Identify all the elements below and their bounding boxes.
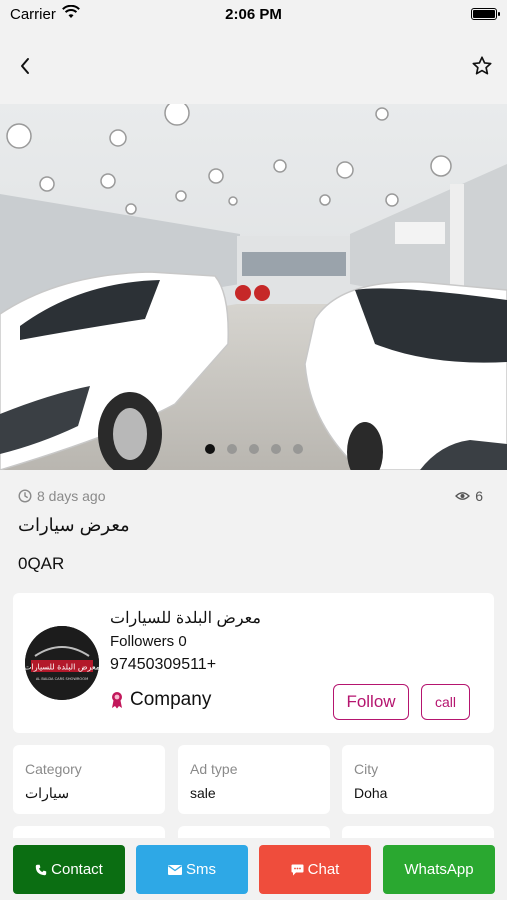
back-button[interactable]	[10, 51, 40, 81]
detail-card-city: City Doha	[342, 745, 494, 814]
carousel-dot[interactable]	[292, 444, 303, 454]
carousel-dot[interactable]	[248, 444, 259, 454]
favorite-button[interactable]	[467, 51, 497, 81]
contact-label: Contact	[51, 861, 103, 878]
ad-title: معرض سيارات	[18, 515, 130, 535]
sms-button[interactable]: Sms	[136, 845, 248, 894]
carousel-dot[interactable]	[204, 444, 215, 454]
wifi-icon	[61, 4, 80, 23]
contact-button[interactable]: Contact	[13, 845, 125, 894]
carrier-label: Carrier	[10, 5, 56, 23]
carousel-dot[interactable]	[226, 444, 237, 454]
seller-logo: معرض البلدة للسيارات AL BALDA CARS SHOWR…	[25, 626, 99, 700]
nav-bar	[0, 28, 507, 104]
ad-image-carousel[interactable]	[0, 104, 507, 470]
seller-phone: 97450309511+	[110, 656, 217, 673]
chevron-left-icon	[21, 58, 29, 74]
detail-label: City	[354, 761, 379, 777]
call-button[interactable]: call	[421, 684, 470, 720]
detail-value: سيارات	[25, 785, 70, 801]
showroom-photo	[0, 104, 507, 470]
posted-time: 8 days ago	[18, 488, 106, 504]
chat-label: Chat	[307, 861, 340, 878]
status-left: Carrier	[10, 4, 80, 23]
status-bar: Carrier 2:06 PM	[0, 0, 507, 28]
carousel-dots	[0, 444, 507, 454]
whatsapp-button[interactable]: WhatsApp	[383, 845, 495, 894]
seller-card[interactable]: معرض البلدة للسيارات AL BALDA CARS SHOWR…	[13, 593, 494, 733]
seller-name[interactable]: معرض البلدة للسيارات	[110, 608, 261, 628]
detail-label: Ad type	[190, 761, 238, 777]
seller-type-label: Company	[130, 689, 212, 710]
detail-value: sale	[190, 785, 216, 801]
ad-price: 0QAR	[18, 554, 65, 573]
detail-card-ad-type: Ad type sale	[178, 745, 330, 814]
seller-avatar[interactable]: معرض البلدة للسيارات AL BALDA CARS SHOWR…	[25, 626, 99, 700]
clock-icon	[18, 489, 32, 503]
whatsapp-label: WhatsApp	[404, 861, 474, 878]
view-count-label: 6	[475, 488, 483, 504]
carousel-dot[interactable]	[270, 444, 281, 454]
sms-label: Sms	[186, 861, 216, 878]
ad-meta-row: 8 days ago 6	[18, 488, 483, 504]
eye-icon	[455, 492, 471, 500]
detail-label: Category	[25, 761, 82, 777]
phone-icon	[35, 864, 47, 875]
action-bar: Contact Sms Chat WhatsApp	[0, 838, 507, 900]
award-badge-icon	[112, 692, 122, 709]
seller-logo-subtext: AL BALDA CARS SHOWROOM	[36, 677, 88, 681]
seller-logo-text: معرض البلدة للسيارات	[25, 663, 99, 672]
follow-button[interactable]: Follow	[333, 684, 409, 720]
seller-followers: Followers 0	[110, 633, 187, 650]
posted-time-label: 8 days ago	[37, 488, 106, 504]
detail-card-category: Category سيارات	[13, 745, 165, 814]
seller-type: Company	[110, 689, 211, 711]
chat-bubble-icon	[291, 864, 304, 875]
envelope-icon	[168, 864, 182, 875]
detail-value: Doha	[354, 785, 388, 801]
view-count: 6	[455, 488, 483, 504]
chat-button[interactable]: Chat	[259, 845, 371, 894]
star-outline-icon	[472, 56, 492, 75]
battery-icon	[471, 8, 500, 20]
